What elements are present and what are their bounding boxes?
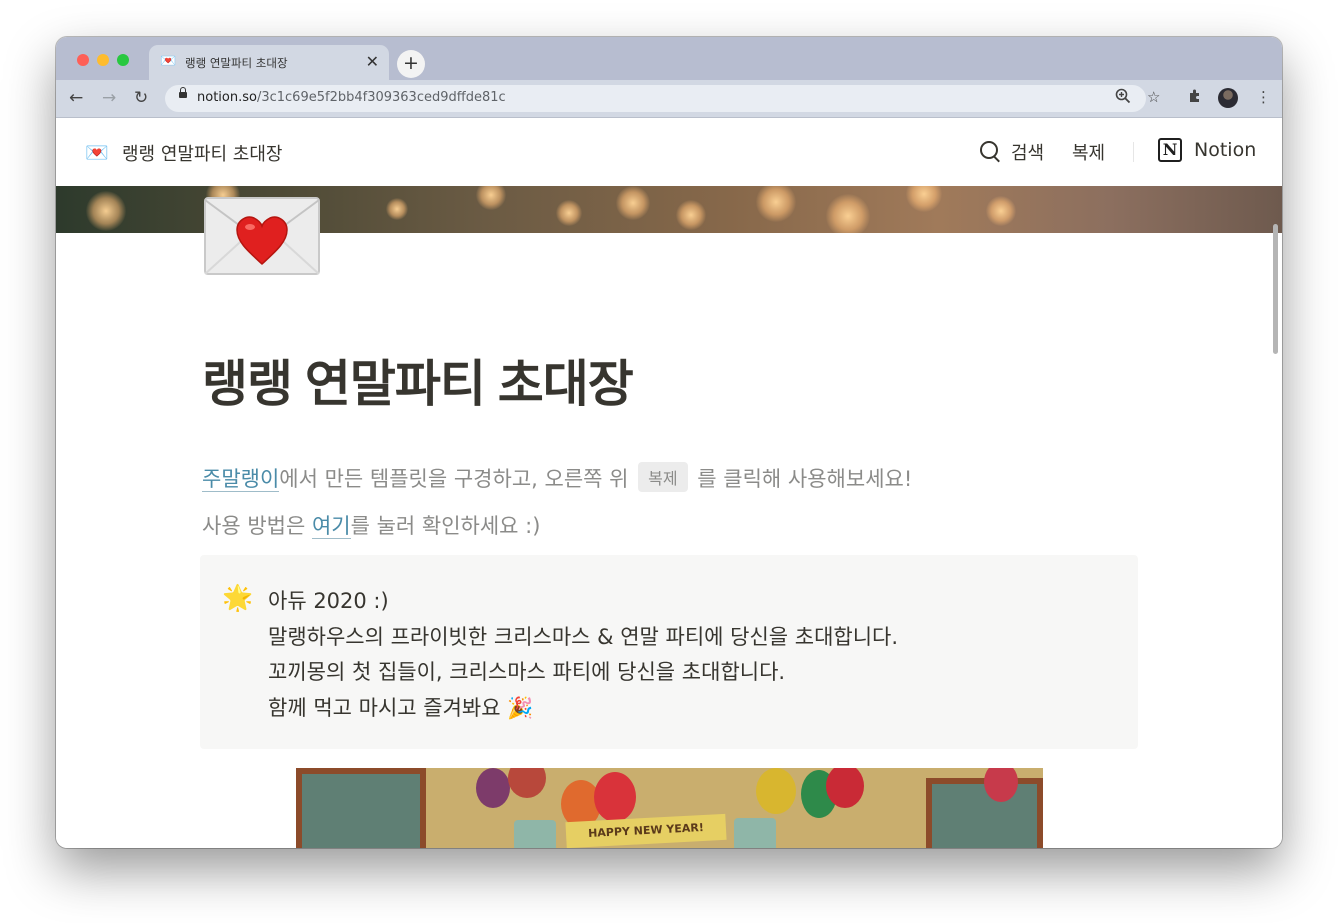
intro-text-b: 를 클릭해 사용해보세요! — [697, 467, 913, 491]
party-illustration-image: HAPPY NEW YEAR! — [296, 768, 1043, 848]
page-emoji-icon: 💌 — [85, 142, 109, 164]
lock-icon — [179, 87, 187, 98]
browser-tab[interactable]: 💌 랭랭 연말파티 초대장 ✕ — [149, 45, 389, 80]
intro-paragraph: 주말랭이에서 만든 템플릿을 구경하고, 오른쪽 위 복제 를 클릭해 사용해보… — [202, 462, 912, 493]
callout-line: 말랭하우스의 프라이빗한 크리스마스 & 연말 파티에 당신을 초대합니다. — [268, 625, 899, 649]
page-title[interactable]: 랭랭 연말파티 초대장 — [202, 344, 634, 416]
usage-text-b: 를 눌러 확인하세요 :) — [350, 514, 541, 538]
bookmark-star-icon[interactable]: ☆ — [1147, 88, 1160, 106]
tab-close-icon[interactable]: ✕ — [366, 52, 379, 71]
notion-page: 💌 랭랭 연말파티 초대장 검색 복제 N Notion 랭랭 연말파티 초대장… — [56, 118, 1282, 848]
search-label: 검색 — [1011, 143, 1045, 164]
minimize-window-button[interactable] — [97, 54, 109, 66]
address-bar[interactable]: notion.so/3c1c69e5f2bb4f309363ced9dffde8… — [165, 85, 1160, 112]
usage-paragraph: 사용 방법은 여기를 눌러 확인하세요 :) — [202, 510, 540, 540]
url-domain: notion.so — [197, 90, 257, 105]
topbar-divider — [1133, 142, 1134, 162]
tab-favicon-icon: 💌 — [160, 54, 177, 69]
back-icon[interactable]: ← — [69, 88, 83, 108]
tab-title: 랭랭 연말파티 초대장 — [185, 56, 288, 70]
callout-block: 🌟 아듀 2020 :) 말랭하우스의 프라이빗한 크리스마스 & 연말 파티에… — [200, 555, 1138, 749]
weekend-link[interactable]: 주말랭이 — [202, 467, 280, 492]
duplicate-button[interactable]: 복제 — [1072, 139, 1105, 165]
painting-frame — [296, 768, 426, 848]
menu-kebab-icon[interactable]: ⋮ — [1256, 88, 1271, 106]
browser-window: 💌 랭랭 연말파티 초대장 ✕ + ← → ↻ notion.so/3c1c69… — [56, 37, 1282, 848]
star-icon: 🌟 — [222, 583, 254, 612]
callout-line: 꼬끼몽의 첫 집들이, 크리스마스 파티에 당신을 초대합니다. — [268, 660, 786, 684]
callout-line: 아듀 2020 :) — [268, 589, 389, 613]
notion-topbar: 💌 랭랭 연말파티 초대장 검색 복제 N Notion — [56, 118, 1282, 186]
callout-line: 함께 먹고 마시고 즐겨봐요 🎉 — [268, 696, 534, 720]
new-tab-button[interactable]: + — [397, 50, 425, 78]
duplicate-chip: 복제 — [638, 462, 688, 492]
url-text: notion.so/3c1c69e5f2bb4f309363ced9dffde8… — [197, 90, 506, 105]
close-window-button[interactable] — [77, 54, 89, 66]
zoom-icon[interactable] — [1115, 88, 1131, 108]
topbar-page-title[interactable]: 랭랭 연말파티 초대장 — [122, 140, 282, 166]
browser-toolbar: ← → ↻ notion.so/3c1c69e5f2bb4f309363ced9… — [56, 80, 1282, 118]
intro-text-a: 에서 만든 템플릿을 구경하고, 오른쪽 위 — [279, 467, 629, 491]
envelope-heart-icon[interactable] — [203, 196, 321, 276]
reload-icon[interactable]: ↻ — [134, 88, 148, 108]
page-scrollbar[interactable] — [1273, 224, 1278, 354]
notion-logo-icon[interactable]: N — [1158, 138, 1182, 162]
tab-bar: 💌 랭랭 연말파티 초대장 ✕ + — [56, 37, 1282, 80]
zoom-window-button[interactable] — [117, 54, 129, 66]
here-link[interactable]: 여기 — [311, 514, 351, 539]
profile-avatar[interactable] — [1218, 88, 1238, 108]
notion-brand-link[interactable]: Notion — [1194, 139, 1256, 161]
forward-icon[interactable]: → — [102, 88, 116, 108]
extensions-icon[interactable] — [1187, 88, 1203, 108]
usage-text-a: 사용 방법은 — [202, 514, 312, 538]
search-icon — [980, 141, 998, 159]
url-path: /3c1c69e5f2bb4f309363ced9dffde81c — [256, 90, 506, 105]
